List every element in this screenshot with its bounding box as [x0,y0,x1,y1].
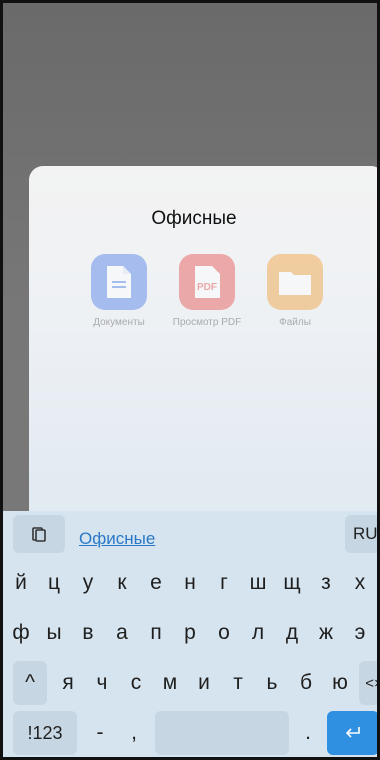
key-р[interactable]: р [173,611,207,655]
dash-key[interactable]: - [83,711,117,755]
key-row-bottom: !123 - , . [3,711,377,755]
folder-title[interactable]: Офисные [29,208,359,230]
enter-key[interactable] [327,711,377,755]
key-у[interactable]: у [71,561,105,605]
key-д[interactable]: д [275,611,309,655]
folder-apps: Документы PDF Просмотр PDF Файлы [80,254,334,328]
shift-key[interactable]: ^ [13,661,47,705]
app-pdf-viewer[interactable]: PDF Просмотр PDF [168,254,246,328]
key-ч[interactable]: ч [85,661,119,705]
key-п[interactable]: п [139,611,173,655]
key-ш[interactable]: ш [241,561,275,605]
key-л[interactable]: л [241,611,275,655]
space-key[interactable] [155,711,289,755]
key-т[interactable]: т [221,661,255,705]
key-ы[interactable]: ы [37,611,71,655]
key-row-2: ф ы в а п р о л д ж э [3,611,377,655]
key-row-1: й ц у к е н г ш щ з х [3,561,377,605]
key-ю[interactable]: ю [323,661,357,705]
document-icon [91,254,147,310]
key-х[interactable]: х [343,561,377,605]
suggestion-bar: Офисные RU [3,511,377,559]
key-э[interactable]: э [343,611,377,655]
key-ф[interactable]: ф [5,611,37,655]
app-documents[interactable]: Документы [80,254,158,328]
clipboard-icon [32,527,46,542]
key-ж[interactable]: ж [309,611,343,655]
clipboard-button[interactable] [13,515,65,553]
period-key[interactable]: . [291,711,325,755]
key-к[interactable]: к [105,561,139,605]
key-в[interactable]: в [71,611,105,655]
key-а[interactable]: а [105,611,139,655]
key-б[interactable]: б [289,661,323,705]
svg-text:PDF: PDF [197,282,217,293]
key-с[interactable]: с [119,661,153,705]
key-и[interactable]: и [187,661,221,705]
app-label: Просмотр PDF [172,317,242,328]
keyboard: Офисные RU й ц у к е н г ш щ з х ф ы в а… [3,511,377,757]
folder-icon [267,254,323,310]
symbols-key[interactable]: !123 [13,711,77,755]
key-м[interactable]: м [153,661,187,705]
key-row-3: ^ я ч с м и т ь б ю <× [3,661,377,705]
key-щ[interactable]: щ [275,561,309,605]
key-о[interactable]: о [207,611,241,655]
backspace-key[interactable]: <× [359,661,377,705]
word-suggestion[interactable]: Офисные [79,529,155,549]
key-ь[interactable]: ь [255,661,289,705]
language-button[interactable]: RU [345,515,377,553]
key-н[interactable]: н [173,561,207,605]
comma-key[interactable]: , [117,711,151,755]
pdf-icon: PDF [179,254,235,310]
screen-frame: Офисные Документы PDF Просмотр PDF Файлы… [0,0,380,760]
app-label: Файлы [279,317,311,328]
app-files[interactable]: Файлы [256,254,334,328]
key-ц[interactable]: ц [37,561,71,605]
key-е[interactable]: е [139,561,173,605]
enter-icon [345,727,360,738]
key-я[interactable]: я [51,661,85,705]
app-label: Документы [93,317,145,328]
key-з[interactable]: з [309,561,343,605]
key-й[interactable]: й [5,561,37,605]
key-г[interactable]: г [207,561,241,605]
